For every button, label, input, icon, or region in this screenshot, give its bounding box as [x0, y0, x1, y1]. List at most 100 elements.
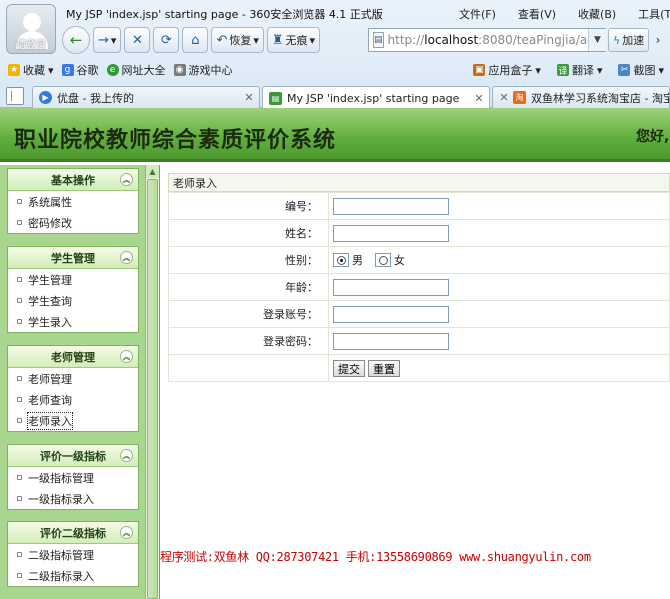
- gender-female-radio[interactable]: 女: [375, 252, 405, 268]
- sidebar-item-system-properties[interactable]: 系统属性: [8, 191, 138, 212]
- tab-taobao[interactable]: ✕ 淘 双鱼林学习系统淘宝店 - 淘宝网: [492, 86, 670, 108]
- sidebar-item-student-manage[interactable]: 学生管理: [8, 269, 138, 290]
- sidebar-item-teacher-manage[interactable]: 老师管理: [8, 368, 138, 389]
- bullet-icon: [17, 376, 22, 381]
- app-box-button[interactable]: ▣ 应用盒子 ▾: [473, 62, 541, 78]
- id-input[interactable]: [333, 197, 449, 215]
- submit-button[interactable]: 提交: [333, 359, 365, 377]
- collapse-icon[interactable]: ︽: [120, 251, 133, 264]
- reset-button[interactable]: 重置: [368, 359, 400, 377]
- menu-favorites[interactable]: 收藏(B): [578, 6, 616, 22]
- account-input[interactable]: [333, 305, 449, 323]
- bullet-icon: [17, 319, 22, 324]
- age-input[interactable]: [333, 278, 449, 296]
- sidebar-item-level1-add[interactable]: 一级指标录入: [8, 488, 138, 509]
- tab-close-icon[interactable]: ✕: [497, 91, 511, 104]
- stop-button[interactable]: ✕: [124, 27, 151, 53]
- favorite-google[interactable]: g 谷歌: [61, 62, 99, 78]
- collapse-icon[interactable]: ︽: [120, 526, 133, 539]
- incognito-icon: ♜: [271, 32, 284, 48]
- sidebar-group-header[interactable]: 评价二级指标 ︽: [8, 522, 138, 544]
- menu-file[interactable]: 文件(F): [459, 6, 496, 22]
- refresh-button[interactable]: ⟳: [153, 27, 180, 53]
- greeting-text: 您好,: [636, 129, 670, 145]
- name-input[interactable]: [333, 224, 449, 242]
- incognito-button[interactable]: ♜ 无痕 ▾: [266, 27, 321, 53]
- sidebar-group-header[interactable]: 基本操作 ︽: [8, 169, 138, 191]
- form-cell: [328, 327, 670, 355]
- address-dropdown-button[interactable]: ▼: [588, 29, 606, 51]
- sidebar-item-student-query[interactable]: 学生查询: [8, 290, 138, 311]
- taobao-icon: 淘: [513, 91, 526, 104]
- back-button[interactable]: ←: [62, 26, 90, 54]
- home-button[interactable]: ⌂: [182, 27, 209, 53]
- tab-upan[interactable]: ▶ 优盘 - 我上传的 ✕: [32, 86, 260, 108]
- sidebar: 基本操作 ︽ 系统属性 密码修改 学生管理 ︽ 学生管理 学生查询 学生录入 老…: [0, 165, 160, 599]
- bullet-icon: [17, 496, 22, 501]
- favorites-right-tools: ▣ 应用盒子 ▾ 译 翻译 ▾ ✂ 截图 ▾: [465, 60, 664, 80]
- collapse-icon[interactable]: ︽: [120, 173, 133, 186]
- collapse-icon[interactable]: ︽: [120, 350, 133, 363]
- sidebar-group-header[interactable]: 老师管理 ︽: [8, 346, 138, 368]
- tab-index-jsp[interactable]: ▤ My JSP 'index.jsp' starting page ✕: [262, 86, 490, 109]
- form-row: 性别： 男 女: [168, 246, 670, 274]
- menu-bar: 文件(F) 查看(V) 收藏(B) 工具(T): [459, 6, 670, 22]
- avatar-label: 请登录: [16, 40, 46, 51]
- sidebar-item-student-add[interactable]: 学生录入: [8, 311, 138, 332]
- user-avatar-button[interactable]: 请登录: [6, 4, 56, 54]
- accelerate-button[interactable]: ϟ 加速: [608, 28, 650, 52]
- screenshot-button[interactable]: ✂ 截图 ▾: [618, 62, 664, 78]
- sidebar-group-title: 评价二级指标: [40, 526, 106, 540]
- restore-button[interactable]: ↶ 恢复 ▾: [211, 27, 264, 53]
- tab-bar: ▶ 优盘 - 我上传的 ✕ ▤ My JSP 'index.jsp' start…: [0, 84, 670, 109]
- form-cell: [328, 192, 670, 220]
- footer-contact: 程序测试:双鱼林 QQ:287307421 手机:13558690869 www…: [160, 550, 591, 564]
- sidebar-item-label: 一级指标管理: [28, 471, 94, 485]
- favorites-collect-button[interactable]: ★ 收藏 ▾: [8, 62, 54, 78]
- scrollbar-thumb[interactable]: [147, 179, 158, 599]
- sidebar-item-teacher-query[interactable]: 老师查询: [8, 389, 138, 410]
- favorite-label: 网址大全: [121, 64, 166, 77]
- form-cell: 提交 重置: [328, 354, 670, 382]
- bullet-icon: [17, 199, 22, 204]
- more-tools-button[interactable]: ›: [648, 28, 668, 52]
- gender-male-radio[interactable]: 男: [333, 252, 363, 268]
- favorite-site-directory[interactable]: e 网址大全: [106, 62, 166, 78]
- tab-close-icon[interactable]: ✕: [242, 91, 256, 104]
- bullet-icon: [17, 475, 22, 480]
- gender-male-label: 男: [352, 254, 363, 267]
- password-input[interactable]: [333, 332, 449, 350]
- chevron-down-icon: ▾: [535, 63, 541, 77]
- scroll-up-icon[interactable]: ▲: [146, 165, 159, 178]
- address-bar[interactable]: ▤ http://localhost:8080/teaPingjia/admin: [368, 28, 606, 52]
- sidebar-group-header[interactable]: 学生管理 ︽: [8, 247, 138, 269]
- sidebar-item-level1-manage[interactable]: 一级指标管理: [8, 467, 138, 488]
- sidebar-item-change-password[interactable]: 密码修改: [8, 212, 138, 233]
- sidebar-item-level2-manage[interactable]: 二级指标管理: [8, 544, 138, 565]
- forward-button[interactable]: → ▾: [93, 27, 122, 53]
- form-cell: [328, 219, 670, 247]
- id-label: 编号：: [168, 192, 329, 220]
- play-icon: ▶: [39, 91, 52, 104]
- page-icon: ▤: [373, 32, 384, 48]
- translate-icon: 译: [556, 64, 569, 77]
- tab-close-icon[interactable]: ✕: [472, 92, 486, 105]
- sidebar-item-label: 老师查询: [28, 393, 72, 407]
- sidebar-group-title: 评价一级指标: [40, 449, 106, 463]
- collapse-icon[interactable]: ︽: [120, 449, 133, 462]
- sidebar-group-header[interactable]: 评价一级指标 ︽: [8, 445, 138, 467]
- bullet-icon: [17, 277, 22, 282]
- favorite-game-center[interactable]: ◉ 游戏中心: [173, 62, 233, 78]
- translate-button[interactable]: 译 翻译 ▾: [556, 62, 602, 78]
- bullet-icon: [17, 573, 22, 578]
- sidebar-item-label: 密码修改: [28, 216, 72, 230]
- sidebar-toggle-button[interactable]: [6, 87, 24, 105]
- sidebar-item-teacher-add[interactable]: 老师录入: [8, 410, 138, 431]
- sidebar-scrollbar[interactable]: ▲: [145, 165, 159, 599]
- gamepad-icon: ◉: [173, 64, 186, 76]
- sidebar-item-level2-add[interactable]: 二级指标录入: [8, 565, 138, 586]
- menu-tools[interactable]: 工具(T): [638, 6, 670, 22]
- form-cell: [328, 300, 670, 328]
- address-path: :8080/teaPingjia/admin: [478, 33, 606, 47]
- menu-view[interactable]: 查看(V): [518, 6, 556, 22]
